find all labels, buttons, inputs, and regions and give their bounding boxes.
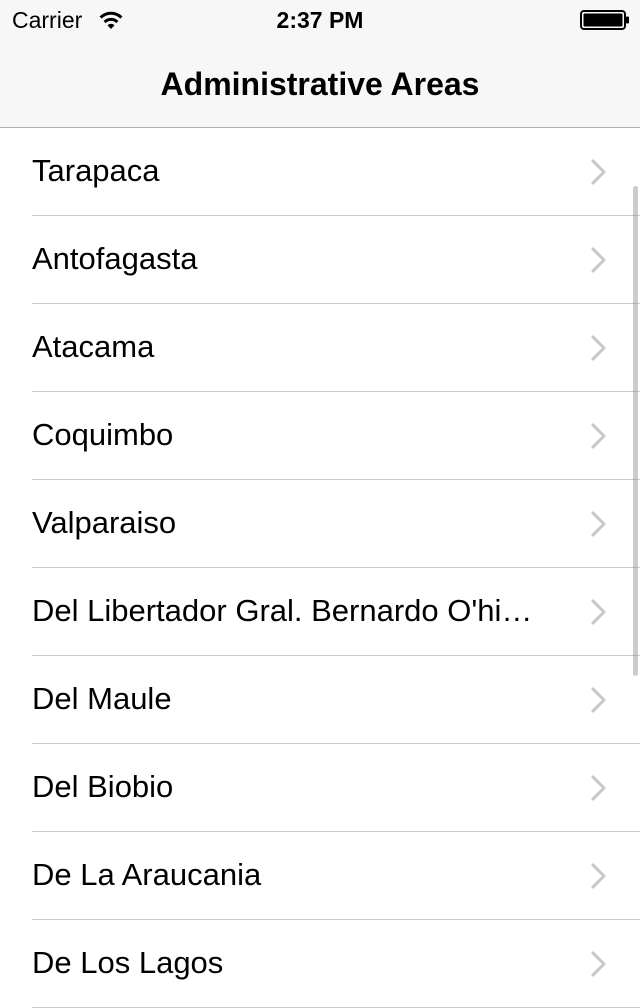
list-item[interactable]: Antofagasta [0, 216, 640, 304]
list-item-label: Antofagasta [32, 241, 198, 276]
chevron-right-icon [591, 159, 606, 185]
list-item-label: Valparaiso [32, 505, 177, 540]
status-time: 2:37 PM [276, 7, 364, 33]
list-item-label: Del Biobio [32, 769, 174, 804]
status-bar: Carrier 2:37 PM [0, 0, 640, 40]
chevron-right-icon [591, 335, 606, 361]
scroll-indicator[interactable] [633, 186, 638, 676]
administrative-areas-list: Tarapaca Antofagasta Atacama Coquimbo Va… [0, 128, 640, 1008]
list-item[interactable]: Coquimbo [0, 392, 640, 480]
list-item[interactable]: Atacama [0, 304, 640, 392]
list-item[interactable]: Del Biobio [0, 744, 640, 832]
chevron-right-icon [591, 247, 606, 273]
list-item[interactable]: De Los Lagos [0, 920, 640, 1008]
list-item-label: Coquimbo [32, 417, 174, 452]
list-item-label: Del Libertador Gral. Bernardo O'hi… [32, 593, 533, 628]
chevron-right-icon [591, 423, 606, 449]
list-item[interactable]: Del Maule [0, 656, 640, 744]
chevron-right-icon [591, 951, 606, 977]
list-item[interactable]: Del Libertador Gral. Bernardo O'hi… [0, 568, 640, 656]
page-title: Administrative Areas [160, 66, 480, 102]
list-item-label: Del Maule [32, 681, 172, 716]
chevron-right-icon [591, 775, 606, 801]
list-item[interactable]: Tarapaca [0, 128, 640, 216]
list-item-label: De La Araucania [32, 857, 262, 892]
list-item-label: Tarapaca [32, 153, 160, 188]
navigation-header: Carrier 2:37 PM Administrative Areas [0, 0, 640, 128]
battery-icon [580, 10, 629, 30]
list-item[interactable]: De La Araucania [0, 832, 640, 920]
chevron-right-icon [591, 511, 606, 537]
chevron-right-icon [591, 863, 606, 889]
list-item[interactable]: Valparaiso [0, 480, 640, 568]
chevron-right-icon [591, 687, 606, 713]
chevron-right-icon [591, 599, 606, 625]
list-item-label: Atacama [32, 329, 155, 364]
list-item-label: De Los Lagos [32, 945, 224, 980]
